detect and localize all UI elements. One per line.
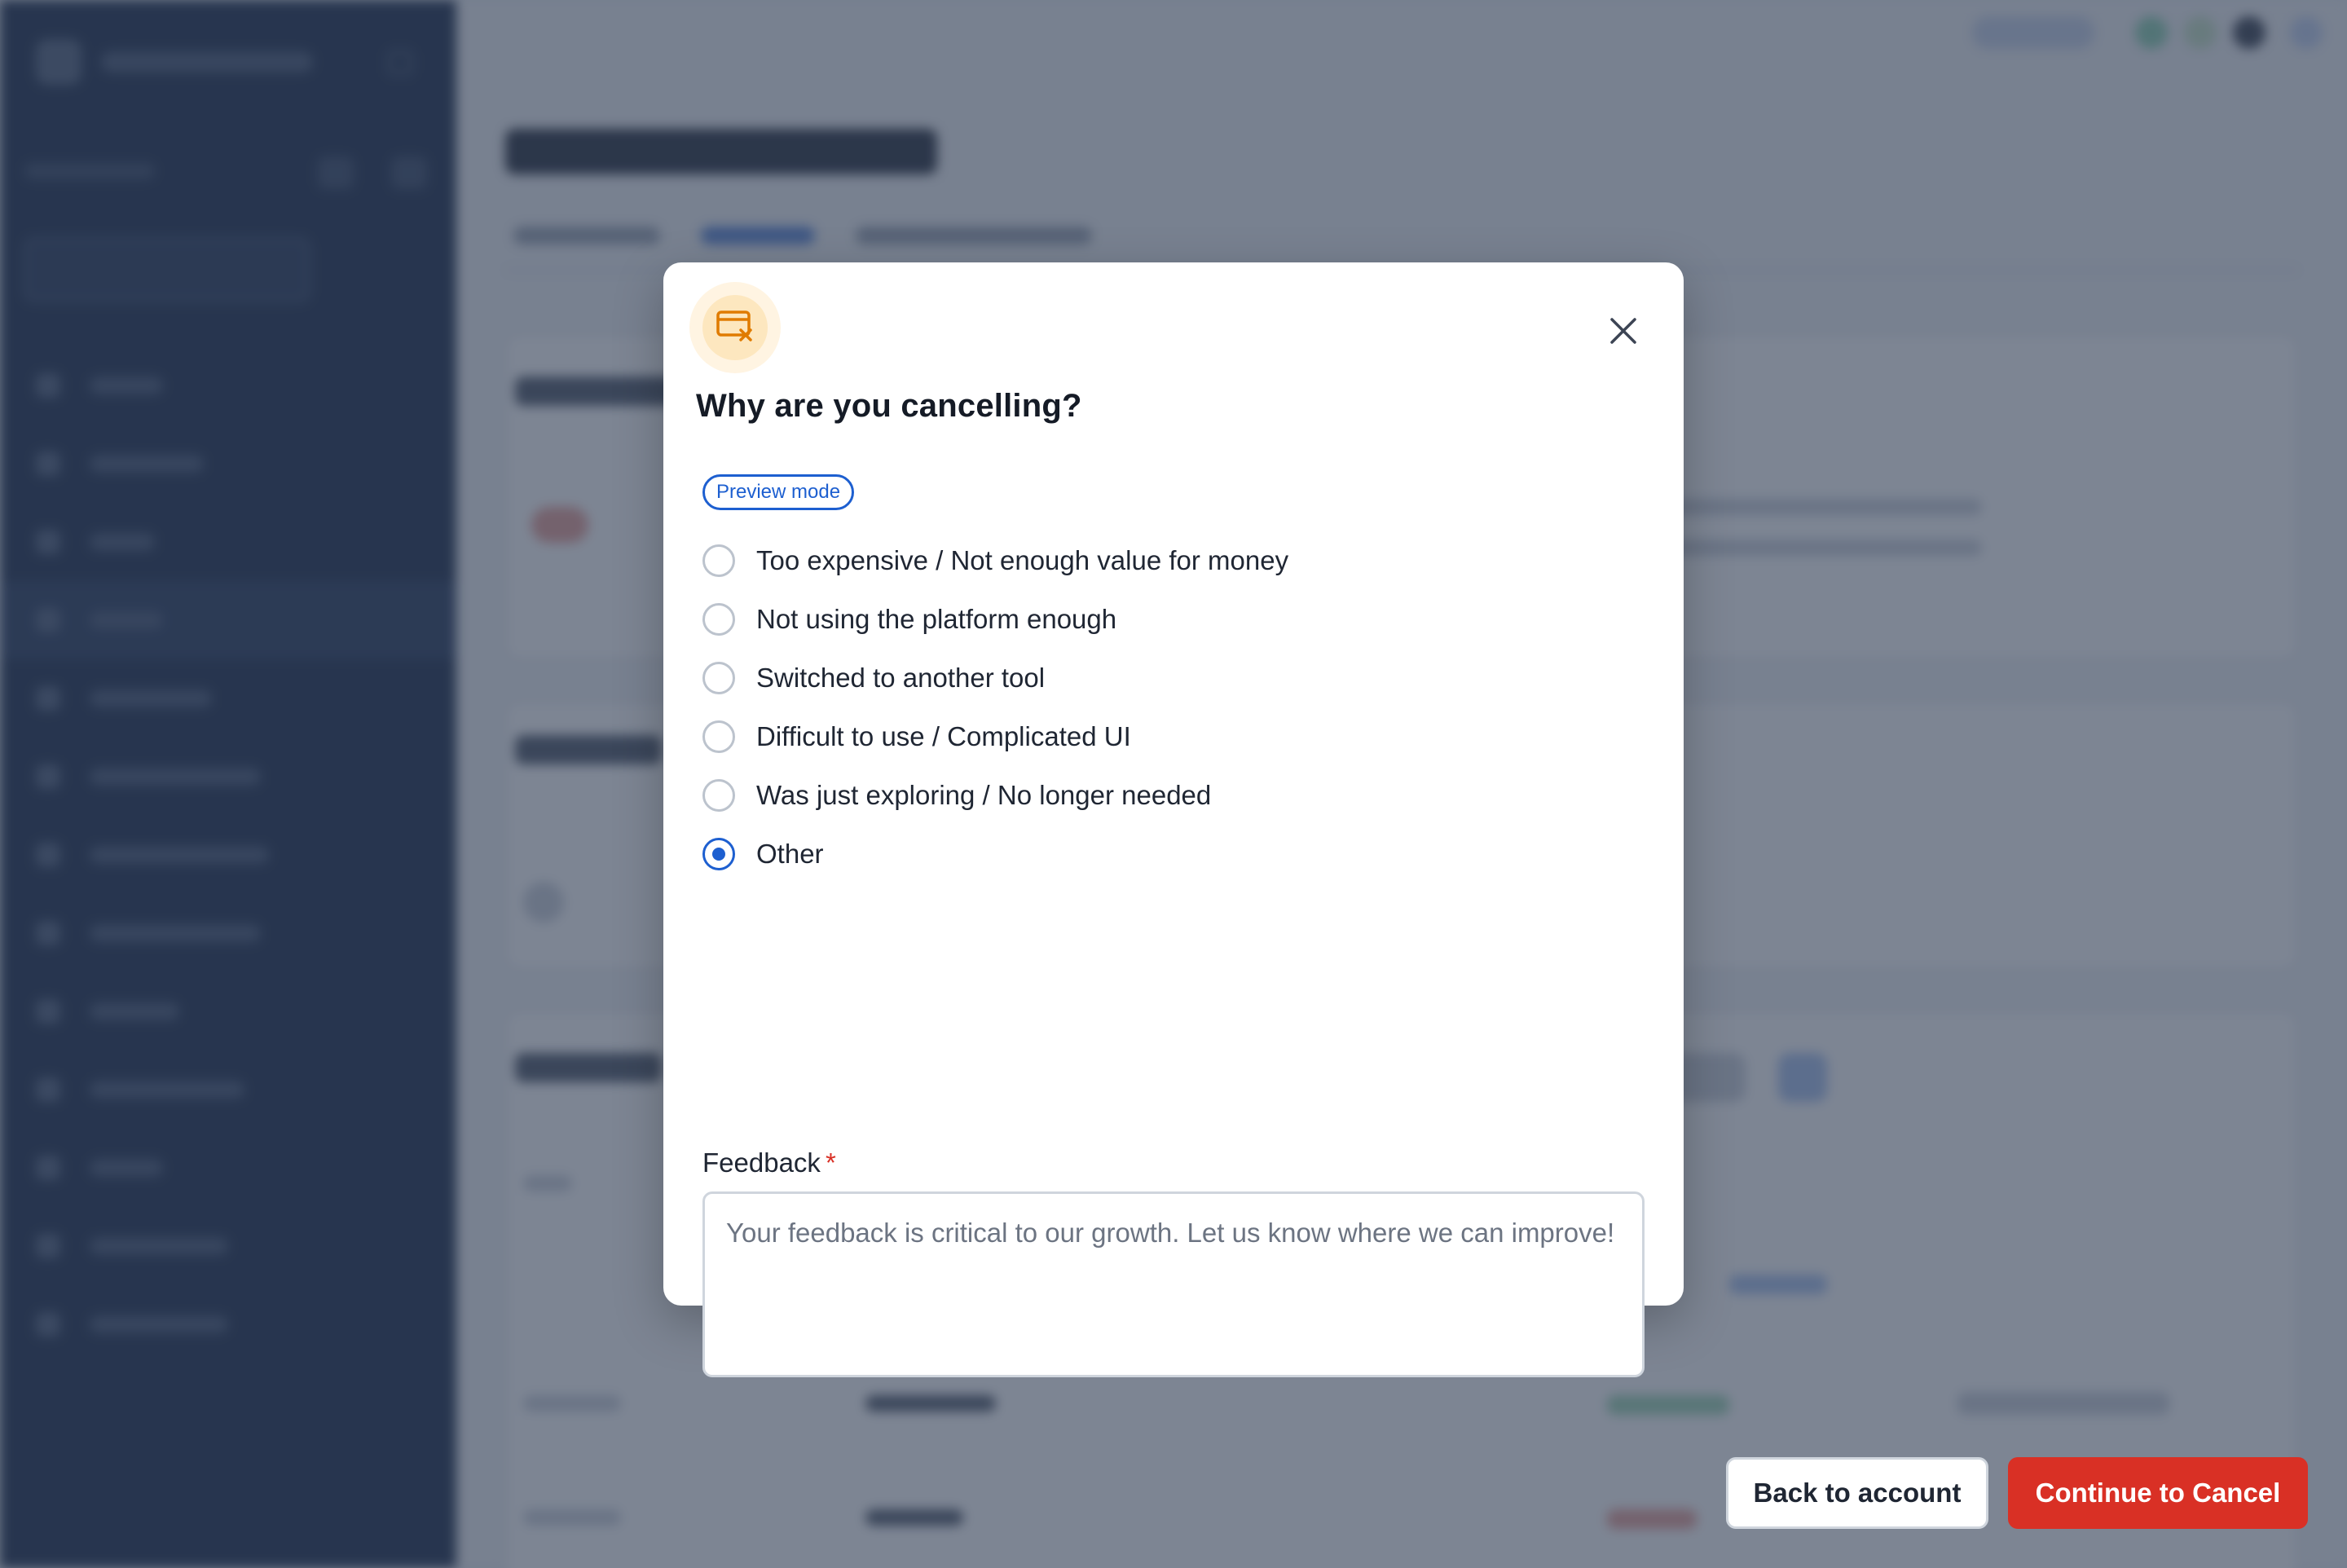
reason-option[interactable]: Was just exploring / No longer needed	[702, 766, 1640, 825]
close-icon	[1609, 316, 1638, 350]
cancel-reason-modal: Why are you cancelling? Preview mode Too…	[663, 262, 2308, 1529]
reason-option[interactable]: Too expensive / Not enough value for mon…	[702, 531, 1640, 590]
feedback-label-text: Feedback	[702, 1147, 821, 1178]
modal-icon-circle	[702, 295, 768, 360]
reason-label: Was just exploring / No longer needed	[756, 780, 1212, 810]
reason-option-other[interactable]: Other	[702, 825, 1640, 883]
preview-mode-badge: Preview mode	[702, 474, 855, 510]
radio-button[interactable]	[702, 544, 735, 577]
required-marker: *	[825, 1147, 836, 1178]
credit-card-cancel-icon	[716, 310, 755, 346]
feedback-label: Feedback *	[702, 1147, 836, 1178]
reason-option[interactable]: Not using the platform enough	[702, 590, 1640, 649]
back-to-account-button[interactable]: Back to account	[1726, 1457, 1988, 1529]
modal-icon-halo	[689, 282, 781, 373]
reason-options: Too expensive / Not enough value for mon…	[702, 531, 1640, 883]
reason-label: Switched to another tool	[756, 663, 1046, 693]
continue-to-cancel-button[interactable]: Continue to Cancel	[2008, 1457, 2308, 1529]
reason-label: Too expensive / Not enough value for mon…	[756, 545, 1289, 575]
reason-label: Other	[756, 839, 824, 869]
reason-option[interactable]: Difficult to use / Complicated UI	[702, 707, 1640, 766]
radio-button[interactable]	[702, 779, 735, 812]
radio-button[interactable]	[702, 603, 735, 636]
reason-option[interactable]: Switched to another tool	[702, 649, 1640, 707]
radio-button-selected[interactable]	[702, 838, 735, 870]
reason-label: Not using the platform enough	[756, 604, 1117, 634]
radio-button[interactable]	[702, 662, 735, 694]
close-button[interactable]	[1597, 306, 1649, 359]
feedback-textarea[interactable]	[702, 1191, 1645, 1377]
radio-button[interactable]	[702, 720, 735, 753]
modal-title: Why are you cancelling?	[696, 388, 1082, 424]
reason-label: Difficult to use / Complicated UI	[756, 721, 1131, 751]
